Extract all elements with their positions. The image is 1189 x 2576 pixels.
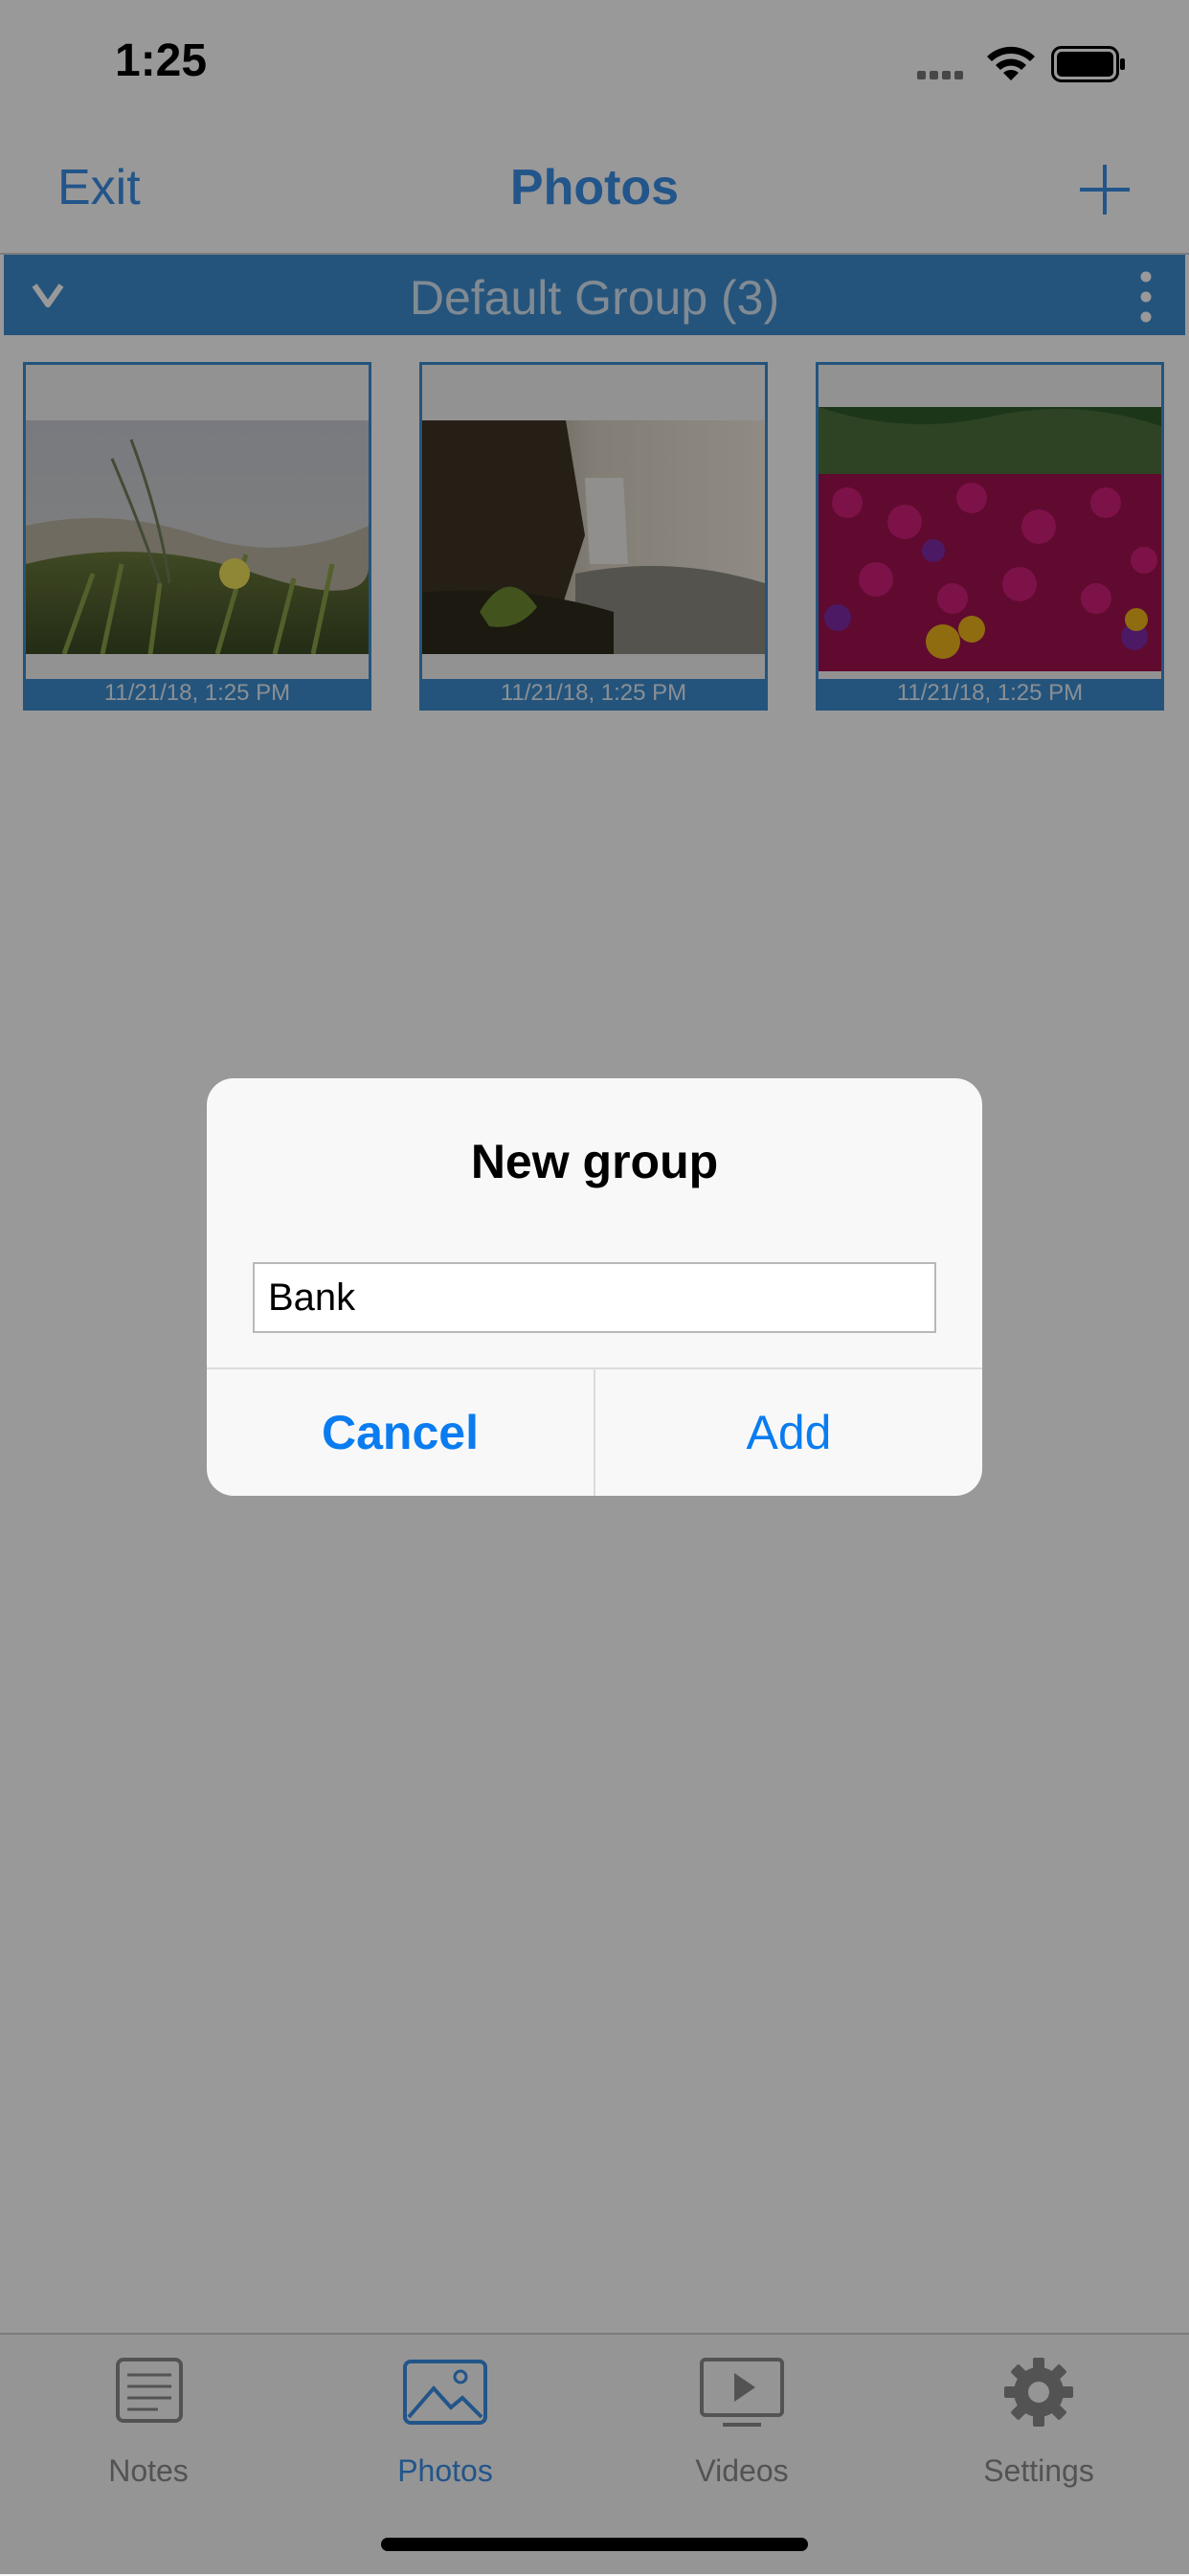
group-name-input[interactable]: [253, 1262, 936, 1333]
cancel-button[interactable]: Cancel: [207, 1369, 594, 1496]
dialog-title: New group: [470, 1135, 719, 1188]
new-group-dialog: New group Cancel Add: [207, 1078, 982, 1496]
add-button[interactable]: Add: [595, 1369, 982, 1496]
